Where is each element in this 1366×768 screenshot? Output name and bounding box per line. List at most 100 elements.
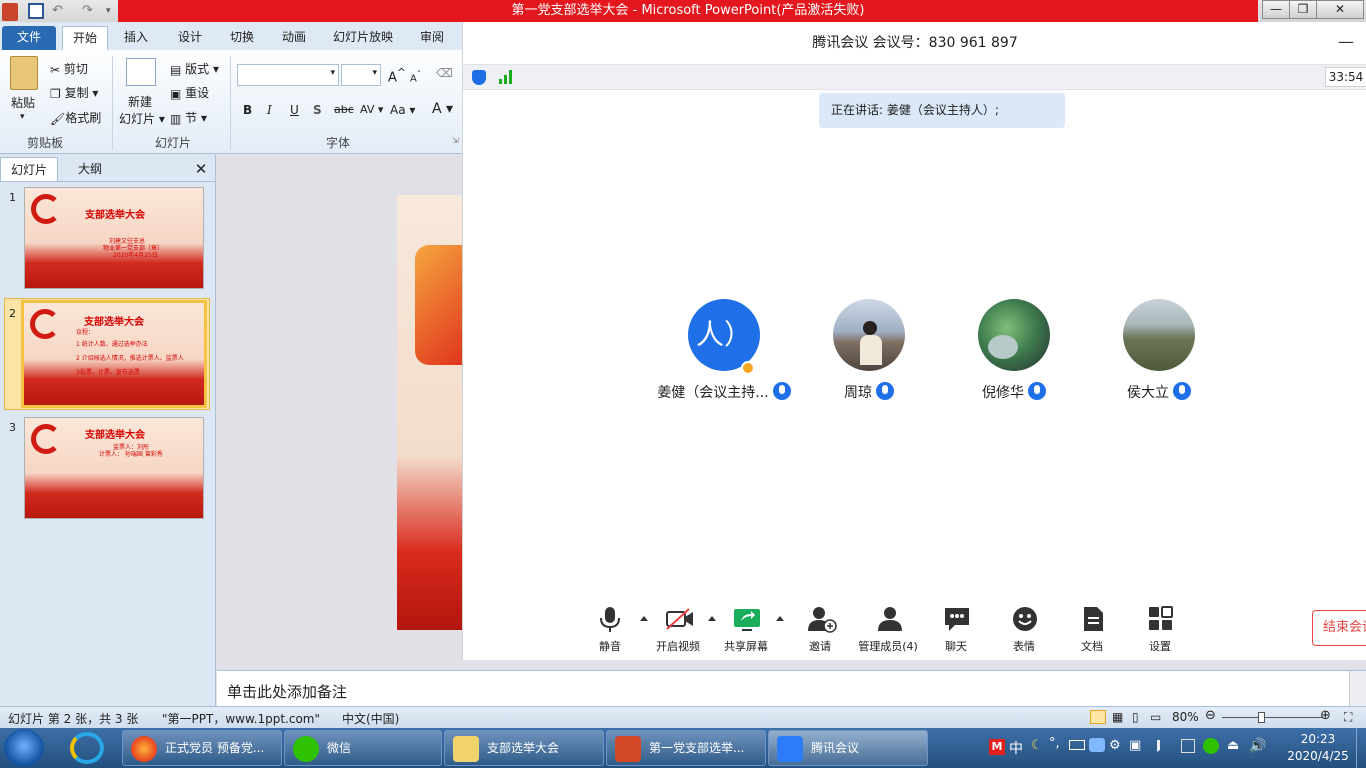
change-case-label: Aa — [390, 103, 406, 117]
zoom-level[interactable]: 80% — [1172, 710, 1199, 724]
tab-slideshow[interactable]: 幻灯片放映 — [326, 26, 400, 50]
shrink-font-button[interactable]: Aˇ — [410, 69, 421, 84]
punctuation-icon[interactable]: °, — [1049, 736, 1060, 751]
video-options-caret[interactable] — [708, 616, 716, 621]
dialog-launcher-icon[interactable]: ⇲ — [452, 136, 459, 145]
end-meeting-button[interactable]: 结束会议 — [1312, 610, 1366, 646]
taskbar-item-firefox[interactable]: 正式党员 预备党... — [122, 730, 282, 766]
slide-thumbnail-2[interactable]: 支部选举大会 议程： 1 统计人数、通过选举办法 2 介绍候选人情况，推选计票人… — [21, 300, 207, 408]
bold-button[interactable]: B — [243, 103, 252, 117]
tab-review[interactable]: 审阅 — [412, 26, 452, 50]
folder-icon — [453, 736, 479, 762]
font-color-button[interactable]: A ▾ — [432, 101, 453, 117]
thumb-line: 1 统计人数、通过选举办法 — [76, 341, 148, 348]
paste-dropdown-icon[interactable]: ▾ — [20, 112, 25, 122]
tab-design[interactable]: 设计 — [170, 26, 210, 50]
font-size-select[interactable]: ▾ — [341, 64, 381, 86]
format-painter-button[interactable]: 🖌格式刷 — [50, 109, 101, 126]
redo-icon[interactable]: ↷ — [82, 3, 98, 19]
internet-explorer-icon[interactable] — [70, 732, 104, 764]
taskbar-item-tencent-meeting[interactable]: 腾讯会议 — [768, 730, 928, 766]
share-options-caret[interactable] — [776, 616, 784, 621]
tab-insert[interactable]: 插入 — [116, 26, 156, 50]
powerpoint-logo-icon[interactable] — [2, 3, 18, 21]
tab-animations[interactable]: 动画 — [274, 26, 314, 50]
undo-icon[interactable]: ↶ — [52, 3, 68, 19]
minimize-icon[interactable]: — — [1338, 34, 1354, 50]
save-icon[interactable] — [28, 3, 44, 19]
char-spacing-button[interactable]: AV ▾ — [360, 103, 383, 116]
zoom-slider-handle[interactable] — [1258, 712, 1265, 723]
tab-outline[interactable]: 大纲 — [62, 157, 118, 181]
clear-format-icon[interactable]: ⌫ — [436, 66, 453, 80]
normal-view-icon[interactable] — [1090, 710, 1106, 724]
change-case-button[interactable]: Aa ▾ — [390, 103, 415, 117]
tab-transitions[interactable]: 切换 — [222, 26, 262, 50]
tray-app-icon[interactable] — [1089, 738, 1105, 752]
clock-date[interactable]: 2020/4/25 — [1286, 749, 1350, 763]
close-button[interactable]: ✕ — [1316, 0, 1364, 19]
meeting-title: 腾讯会议 会议号：830 961 897 — [812, 35, 1018, 51]
tray-app-icon[interactable]: ▣ — [1129, 738, 1141, 753]
shadow-button[interactable]: S — [313, 103, 322, 117]
tab-file[interactable]: 文件 — [2, 26, 56, 50]
slide-thumbnail-3[interactable]: 支部选举大会 监票人：刘彤 计票人： 孙瑞国 曾彩秀 — [24, 417, 204, 519]
wechat-tray-icon[interactable] — [1203, 738, 1219, 754]
zoom-in-icon[interactable]: ⊕ — [1320, 708, 1331, 723]
section-button[interactable]: ▥ 节 ▾ — [170, 109, 207, 126]
taskbar-item-wechat[interactable]: 微信 — [284, 730, 442, 766]
slide-thumbnail-1[interactable]: 支部选举大会 刘建文驻支总 物业第一党支部（章） 2020年4月25日 — [24, 187, 204, 289]
tools-icon[interactable]: ⚙ — [1109, 738, 1121, 753]
paste-button[interactable]: 粘贴 — [11, 94, 35, 111]
ime-mode[interactable]: 中 — [1009, 738, 1023, 758]
taskbar-item-powerpoint[interactable]: 第一党支部选举... — [606, 730, 766, 766]
start-button[interactable] — [4, 729, 44, 767]
keyboard-icon[interactable] — [1069, 740, 1085, 750]
paste-icon[interactable] — [10, 56, 38, 90]
section-icon: ▥ — [170, 111, 182, 126]
zoom-out-icon[interactable]: ⊖ — [1205, 708, 1216, 723]
notes-scrollbar[interactable] — [1349, 671, 1366, 707]
taskbar-item-folder[interactable]: 支部选举大会 — [444, 730, 604, 766]
copy-button[interactable]: ❐ 复制 ▾ — [50, 84, 98, 101]
volume-icon[interactable]: 🔊 — [1249, 738, 1266, 754]
mic-options-caret[interactable] — [640, 616, 648, 621]
slideshow-view-icon[interactable]: ▭ — [1150, 710, 1161, 724]
new-slide-icon[interactable] — [126, 58, 156, 86]
strikethrough-button[interactable]: abc — [334, 103, 354, 116]
new-slide-button[interactable]: 幻灯片 ▾ — [119, 110, 165, 127]
close-panel-icon[interactable]: ✕ — [192, 157, 210, 181]
new-slide-label-1[interactable]: 新建 — [128, 93, 152, 110]
slide-editor — [217, 155, 462, 670]
reading-view-icon[interactable]: ▯ — [1132, 710, 1139, 724]
grow-font-button[interactable]: A^ — [388, 66, 406, 85]
zoom-slider[interactable] — [1222, 717, 1322, 718]
tab-slides[interactable]: 幻灯片 — [0, 157, 58, 181]
show-desktop-button[interactable] — [1356, 728, 1366, 768]
clock-time[interactable]: 20:23 — [1296, 732, 1340, 746]
input-method-logo-icon[interactable]: M — [989, 739, 1005, 755]
language-status[interactable]: 中文(中国) — [342, 710, 399, 727]
underline-button[interactable]: U — [290, 103, 299, 117]
reset-button[interactable]: ▣ 重设 — [170, 84, 209, 101]
minimize-button[interactable]: — — [1262, 0, 1290, 19]
font-name-select[interactable]: ▾ — [237, 64, 339, 86]
italic-button[interactable]: I — [267, 103, 272, 117]
layout-button[interactable]: ▤ 版式 ▾ — [170, 60, 219, 77]
ribbon-separator — [112, 56, 113, 150]
notes-pane[interactable]: 单击此处添加备注 — [217, 670, 1366, 707]
notes-tray-icon[interactable] — [1181, 739, 1195, 753]
microphone-icon — [600, 607, 620, 632]
cut-button[interactable]: ✂ 剪切 — [50, 60, 88, 77]
shield-icon[interactable] — [472, 70, 486, 85]
usb-icon[interactable]: ⏏ — [1227, 738, 1239, 753]
signal-icon[interactable] — [499, 70, 515, 84]
tab-home[interactable]: 开始 — [62, 26, 108, 50]
customize-qat-icon[interactable]: ▾ — [106, 3, 116, 19]
fit-slide-icon[interactable]: ⛶ — [1344, 710, 1352, 725]
current-slide[interactable] — [397, 195, 462, 630]
moon-icon[interactable]: ☾ — [1031, 738, 1043, 753]
slide-sorter-icon[interactable]: ▦ — [1112, 710, 1123, 724]
maximize-button[interactable]: ❐ — [1289, 0, 1317, 19]
network-signal-icon[interactable] — [1157, 740, 1171, 752]
